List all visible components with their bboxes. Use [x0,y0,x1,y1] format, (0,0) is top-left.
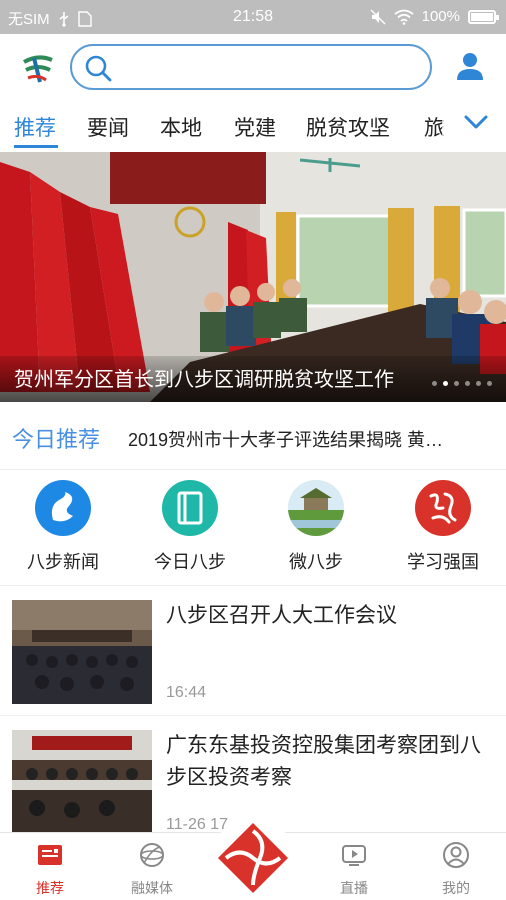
book-icon [162,480,218,536]
nav-mine[interactable]: 我的 [416,841,496,898]
battery-percent: 100% [421,8,460,25]
status-right: 100% [370,8,499,25]
hero-banner[interactable]: 贺州军分区首长到八步区调研脱贫攻坚工作 [0,152,506,402]
news-title: 广东东基投资控股集团考察团到八步区投资考察 [166,734,481,789]
carousel-dot[interactable] [487,381,492,386]
mute-icon [370,9,386,24]
news-thumbnail [12,600,152,704]
tab-poverty-alleviation[interactable]: 脱贫攻坚 [306,112,390,142]
globe-icon [140,843,164,867]
news-item[interactable]: 八步区召开人大工作会议 16:44 [0,586,506,716]
status-bar: 无SIM 21:58 100% [0,0,506,34]
shortcut-grid: 八步新闻 今日八步 微八步 学习强国 [0,470,506,586]
tab-local[interactable]: 本地 [160,112,202,142]
today-recommend-row[interactable]: 今日推荐 2019贺州市十大孝子评选结果揭晓 黄… [0,402,506,470]
top-header [0,34,506,98]
carousel-dot[interactable] [454,381,459,386]
battery-icon [468,9,499,24]
nav-label: 我的 [442,880,470,896]
carousel-dot[interactable] [476,381,481,386]
shortcut-label: 八步新闻 [27,552,99,572]
carousel-dot[interactable] [465,381,470,386]
nav-label: 融媒体 [131,880,173,896]
today-recommend-label: 今日推荐 [12,427,101,452]
hero-caption: 贺州军分区首长到八步区调研脱贫攻坚工作 [14,369,394,391]
active-tab-indicator [14,145,58,148]
news-icon [38,845,62,865]
xuexi-qiangguo-icon [415,480,471,536]
search-icon [85,55,112,82]
babu-logo-icon[interactable] [20,52,56,86]
battery-fill [471,12,493,21]
user-icon[interactable] [454,50,486,82]
tab-party-building[interactable]: 党建 [234,112,276,142]
shortcut-today-babu[interactable]: 今日八步 [130,480,250,574]
nav-live[interactable]: 直播 [314,841,394,898]
wifi-icon [394,9,414,25]
landscape-icon [288,480,344,536]
tab-recommend[interactable]: 推荐 [14,112,56,142]
play-icon [342,845,366,866]
bottom-nav: 推荐 融媒体 直播 我的 [0,817,506,900]
carousel-dot[interactable] [432,381,437,386]
search-input[interactable] [70,44,432,90]
nav-label: 推荐 [36,880,64,896]
news-thumbnail [12,730,152,834]
news-time: 16:44 [166,684,207,701]
center-logo-icon [218,823,288,893]
category-tabs: 推荐 要闻 本地 党建 脱贫攻坚 旅 [0,98,506,152]
nav-media[interactable]: 融媒体 [112,841,192,898]
today-recommend-headline[interactable]: 2019贺州市十大孝子评选结果揭晓 黄… [128,426,480,452]
carousel-dot[interactable] [443,381,448,386]
carousel-indicators [432,381,492,386]
news-title: 八步区召开人大工作会议 [166,604,397,627]
expand-tabs-button[interactable] [442,98,506,152]
nav-label: 直播 [340,880,368,896]
shortcut-babu-news[interactable]: 八步新闻 [3,480,123,574]
shortcut-label: 今日八步 [154,552,226,572]
tab-headlines[interactable]: 要闻 [87,112,129,142]
chevron-down-icon [464,115,488,129]
babu-news-icon [35,480,91,536]
nav-recommend[interactable]: 推荐 [10,841,90,898]
center-action-button[interactable] [212,817,294,899]
shortcut-label: 微八步 [289,552,343,572]
shortcut-xuexi-qiangguo[interactable]: 学习强国 [383,480,503,574]
shortcut-label: 学习强国 [407,552,479,572]
shortcut-wei-babu[interactable]: 微八步 [256,480,376,574]
profile-icon [443,842,469,868]
